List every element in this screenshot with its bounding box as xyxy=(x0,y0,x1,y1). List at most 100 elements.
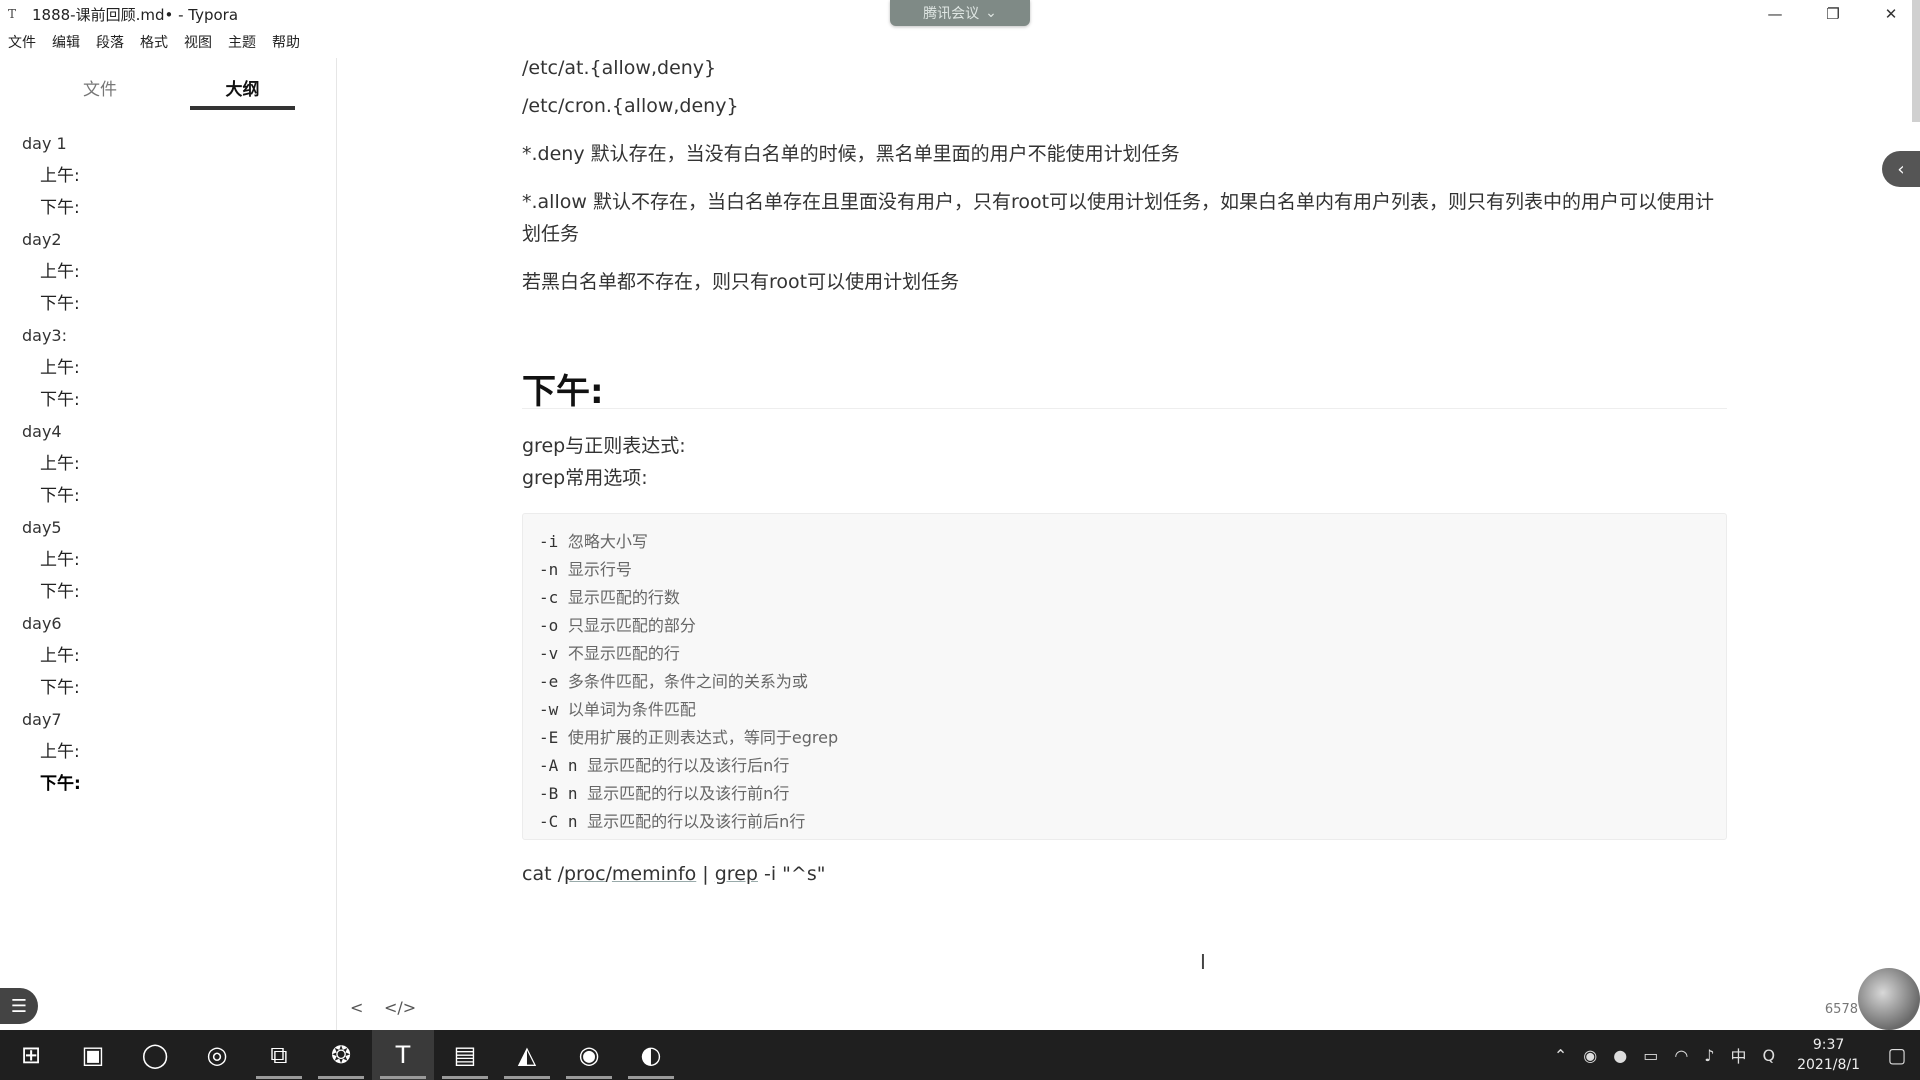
collapse-panel-button[interactable]: ‹ xyxy=(1882,151,1920,187)
code-description: 显示匹配的行以及该行后n行 xyxy=(587,756,790,775)
outline-item[interactable]: day3: xyxy=(22,320,322,352)
outline-toggle-button[interactable]: ☰ xyxy=(0,988,38,1024)
window-title: 1888-课前回顾.md• - Typora xyxy=(32,5,239,24)
tencent-meeting-icon[interactable]: ❂ xyxy=(310,1030,372,1080)
code-description: 使用扩展的正则表达式，等同于egrep xyxy=(567,728,839,747)
code-description: 显示匹配的行以及该行前n行 xyxy=(587,784,790,803)
code-line[interactable]: -C n 显示匹配的行以及该行前后n行 xyxy=(539,808,1710,836)
ime-indicator[interactable]: 中 xyxy=(1723,1043,1755,1067)
camera-icon[interactable]: ◉ xyxy=(1575,1046,1605,1065)
chevron-down-icon[interactable]: ⌄ xyxy=(985,5,997,21)
menu-paragraph[interactable]: 段落 xyxy=(88,32,132,52)
outline-item[interactable]: day2 xyxy=(22,224,322,256)
outline-item[interactable]: 下午: xyxy=(22,576,322,608)
outline-item[interactable]: 上午: xyxy=(22,544,322,576)
code-line[interactable]: -E 使用扩展的正则表达式，等同于egrep xyxy=(539,724,1710,752)
tab-files[interactable]: 文件 xyxy=(30,70,170,110)
menu-help[interactable]: 帮助 xyxy=(264,32,308,52)
code-line[interactable]: -n 显示行号 xyxy=(539,556,1710,584)
file-explorer-icon[interactable]: ▤ xyxy=(434,1030,496,1080)
code-line[interactable]: -A n 显示匹配的行以及该行后n行 xyxy=(539,752,1710,780)
code-line[interactable]: -i 忽略大小写 xyxy=(539,528,1710,556)
word-count[interactable]: 6578 xyxy=(1825,1002,1858,1017)
photo-app-icon[interactable]: ▣ xyxy=(62,1030,124,1080)
wifi-icon[interactable]: ◠ xyxy=(1666,1046,1696,1065)
outline-item[interactable]: 下午: xyxy=(22,192,322,224)
code-line[interactable]: -v 不显示匹配的行 xyxy=(539,640,1710,668)
outline-item[interactable]: day4 xyxy=(22,416,322,448)
wechat-icon[interactable]: ◎ xyxy=(186,1030,248,1080)
outline-item[interactable]: 上午: xyxy=(22,352,322,384)
back-icon[interactable]: < xyxy=(350,998,363,1017)
app-icon[interactable]: ◭ xyxy=(496,1030,558,1080)
restore-button[interactable]: ❐ xyxy=(1804,0,1862,28)
code-option: -w xyxy=(539,700,559,719)
menu-view[interactable]: 视图 xyxy=(176,32,220,52)
outline-item[interactable]: 下午: xyxy=(22,768,322,800)
outline-item[interactable]: day5 xyxy=(22,512,322,544)
code-line[interactable]: -c 显示匹配的行数 xyxy=(539,584,1710,612)
code-line[interactable]: -e 多条件匹配，条件之间的关系为或 xyxy=(539,668,1710,696)
outline-item[interactable]: 上午: xyxy=(22,256,322,288)
command-text: -i "^s" xyxy=(757,863,826,885)
command-text-underlined: meminfo xyxy=(611,863,697,885)
outline-item[interactable]: 上午: xyxy=(22,736,322,768)
edge-icon[interactable]: ◐ xyxy=(620,1030,682,1080)
outline-item[interactable]: 下午: xyxy=(22,672,322,704)
search-icon[interactable]: Q xyxy=(1755,1046,1784,1065)
code-block[interactable]: -i 忽略大小写 -n 显示行号 -c 显示匹配的行数 -o 只显示匹配的部分 -v 不… xyxy=(522,513,1727,840)
paragraph-none[interactable]: 若黑白名单都不存在，则只有root可以使用计划任务 xyxy=(522,266,959,298)
tab-outline[interactable]: 大纲 xyxy=(190,70,295,110)
notification-icon[interactable]: ▢ xyxy=(1874,1030,1920,1080)
editor-footer: < </> 6578 xyxy=(338,998,1920,1028)
paragraph-grep-options[interactable]: grep常用选项: xyxy=(522,462,648,494)
code-line[interactable]: -o 只显示匹配的部分 xyxy=(539,612,1710,640)
code-description: 以单词为条件匹配 xyxy=(567,700,696,719)
title-bar: T 1888-课前回顾.md• - Typora 腾讯会议 ⌄ — ❐ ✕ xyxy=(0,0,1920,28)
outline-list: day 1 上午: 下午: day2 上午: 下午: day3: 上午: 下午: day4 上午: 下… xyxy=(22,128,322,800)
minimize-button[interactable]: — xyxy=(1746,0,1804,28)
outline-item[interactable]: 下午: xyxy=(22,480,322,512)
outline-item[interactable]: 下午: xyxy=(22,288,322,320)
code-line[interactable]: -w 以单词为条件匹配 xyxy=(539,696,1710,724)
menu-edit[interactable]: 编辑 xyxy=(44,32,88,52)
paragraph-at-allow[interactable]: /etc/at.{allow,deny} xyxy=(522,52,716,84)
editor-pane[interactable]: /etc/at.{allow,deny} /etc/cron.{allow,de… xyxy=(338,57,1920,1030)
chevron-up-icon[interactable]: ⌃ xyxy=(1546,1046,1575,1065)
code-option: -A n xyxy=(539,756,578,775)
paragraph-command[interactable]: cat /proc/meminfo | grep -i "^s" xyxy=(522,858,825,890)
outline-item[interactable]: day7 xyxy=(22,704,322,736)
battery-icon[interactable]: ▭ xyxy=(1635,1046,1666,1065)
menu-theme[interactable]: 主题 xyxy=(220,32,264,52)
paragraph-cron-allow[interactable]: /etc/cron.{allow,deny} xyxy=(522,90,739,122)
cortana-icon[interactable]: ◯ xyxy=(124,1030,186,1080)
microphone-icon[interactable]: ● xyxy=(1605,1046,1635,1065)
typora-icon[interactable]: T xyxy=(372,1030,434,1080)
paragraph-grep-regex[interactable]: grep与正则表达式: xyxy=(522,430,686,462)
outline-item[interactable]: 上午: xyxy=(22,640,322,672)
tencent-meeting-floating-bar[interactable]: 腾讯会议 ⌄ xyxy=(890,0,1030,26)
source-code-icon[interactable]: </> xyxy=(384,998,416,1017)
menu-file[interactable]: 文件 xyxy=(0,32,44,52)
task-view-icon[interactable]: ⧉ xyxy=(248,1030,310,1080)
outline-item[interactable]: 上午: xyxy=(22,448,322,480)
menu-format[interactable]: 格式 xyxy=(132,32,176,52)
start-icon[interactable]: ⊞ xyxy=(0,1030,62,1080)
outline-item[interactable]: 下午: xyxy=(22,384,322,416)
paragraph-deny[interactable]: *.deny 默认存在，当没有白名单的时候，黑名单里面的用户不能使用计划任务 xyxy=(522,138,1180,170)
vertical-scrollbar[interactable] xyxy=(1912,0,1920,122)
heading-afternoon[interactable]: 下午: xyxy=(522,364,604,413)
volume-icon[interactable]: ♪ xyxy=(1696,1046,1722,1065)
outline-item[interactable]: day6 xyxy=(22,608,322,640)
outline-item[interactable]: day 1 xyxy=(22,128,322,160)
code-option: -i xyxy=(539,532,559,551)
netease-music-icon[interactable]: ◉ xyxy=(558,1030,620,1080)
paragraph-allow[interactable]: *.allow 默认不存在，当白名单存在且里面没有用户，只有root可以使用计划… xyxy=(522,186,1727,250)
code-line[interactable]: -B n 显示匹配的行以及该行前n行 xyxy=(539,780,1710,808)
outline-item[interactable]: 上午: xyxy=(22,160,322,192)
sidebar: 文件 大纲 day 1 上午: 下午: day2 上午: 下午: day3: 上午: 下午: da… xyxy=(0,58,337,1030)
clock[interactable]: 9:37 2021/8/1 xyxy=(1783,1035,1874,1075)
